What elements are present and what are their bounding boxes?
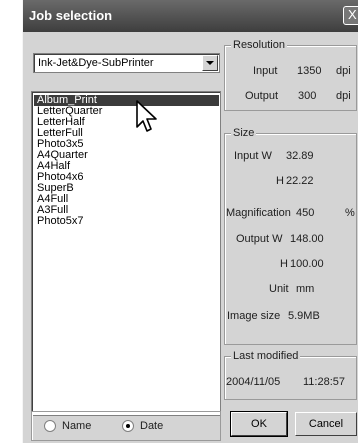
unit-value: mm: [296, 283, 315, 295]
sort-date-radio[interactable]: [122, 420, 134, 432]
sort-date-label[interactable]: Date: [140, 420, 163, 432]
window-title: Job selection: [29, 8, 113, 23]
chevron-down-icon[interactable]: [202, 55, 218, 71]
magnification-label: Magnification: [226, 207, 291, 219]
resolution-output-value: 300: [298, 90, 317, 102]
sort-name-label[interactable]: Name: [62, 420, 91, 432]
title-bar[interactable]: Job selection X: [23, 0, 358, 32]
printer-select[interactable]: Ink-Jet&Dye-SubPrinter: [33, 53, 220, 73]
size-group: Size Input W 32.89 H 22.22 Magnification…: [224, 127, 357, 345]
output-w-label: Output W: [236, 233, 283, 245]
image-size-label: Image size: [227, 310, 281, 322]
mouse-pointer-icon: [136, 100, 157, 132]
job-list[interactable]: Album_Print LetterQuarter LetterHalf Letter…: [31, 91, 221, 416]
size-legend: Size: [231, 127, 257, 139]
resolution-group: Resolution Input 1350 dpi Output 300 dpi: [224, 39, 357, 111]
printer-select-value: Ink-Jet&Dye-SubPrinter: [38, 57, 154, 69]
job-list-item[interactable]: Photo5x7: [34, 216, 219, 227]
input-h-label: H: [276, 175, 284, 187]
input-w-label: Input W: [234, 150, 272, 162]
sort-name-radio[interactable]: [44, 420, 56, 432]
job-list-items: Album_Print LetterQuarter LetterHalf Letter…: [32, 95, 219, 227]
job-selection-dialog: Job selection X Ink-Jet&Dye-SubPrinter A…: [22, 0, 358, 443]
last-modified-legend: Last modified: [231, 350, 301, 362]
input-w-value: 32.89: [286, 150, 314, 162]
last-modified-time: 11:28:57: [303, 376, 346, 388]
unit-label: Unit: [269, 283, 289, 295]
output-h-value: 100.00: [290, 258, 324, 270]
last-modified-group: Last modified 2004/11/05 11:28:57: [224, 350, 357, 400]
magnification-unit: %: [345, 207, 355, 219]
cancel-button[interactable]: Cancel: [295, 412, 357, 436]
resolution-legend: Resolution: [231, 39, 287, 51]
input-h-value: 22.22: [286, 175, 314, 187]
magnification-value: 450: [296, 207, 315, 219]
ok-button[interactable]: OK: [230, 411, 288, 437]
output-w-value: 148.00: [290, 233, 324, 245]
last-modified-date: 2004/11/05: [226, 376, 281, 388]
resolution-input-unit: dpi: [336, 65, 351, 77]
resolution-output-unit: dpi: [336, 90, 351, 102]
close-button[interactable]: X: [343, 6, 358, 25]
resolution-input-label: Input: [253, 65, 278, 77]
resolution-output-label: Output: [245, 90, 279, 102]
output-h-label: H: [280, 258, 288, 270]
resolution-input-value: 1350: [297, 65, 322, 77]
sort-options: Name Date: [31, 411, 221, 441]
image-size-value: 5.9MB: [288, 310, 320, 322]
